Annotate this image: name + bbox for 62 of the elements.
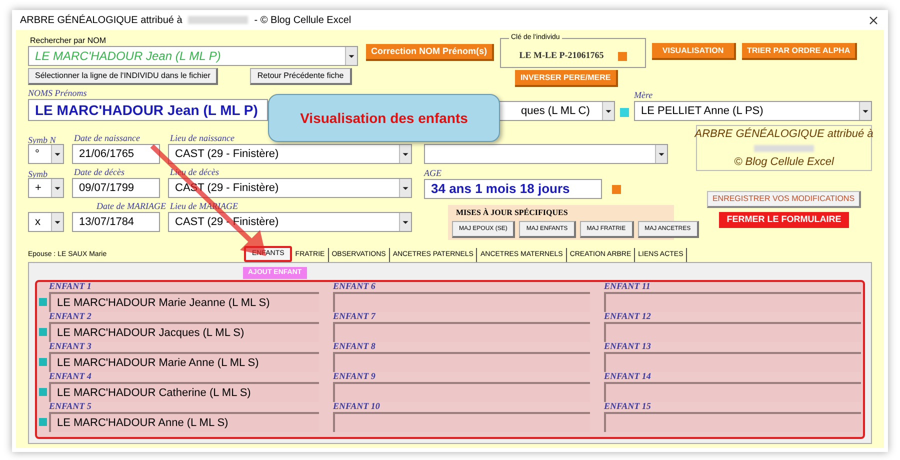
field-label: ENFANT 14	[604, 371, 652, 382]
child-field[interactable]: LE MARC'HADOUR Marie Jeanne (L ML S)	[49, 292, 319, 312]
date-field[interactable]: 09/07/1799	[72, 178, 160, 198]
field-label: Symb	[28, 169, 48, 179]
window-title: - © Blog Cellule Excel	[254, 14, 352, 28]
child-field[interactable]: LE MARC'HADOUR Jacques (L ML S)	[49, 322, 319, 342]
name-field[interactable]: LE MARC'HADOUR Jean (L ML P)	[28, 99, 268, 121]
field-label: ENFANT 12	[604, 311, 652, 322]
place-combobox[interactable]: CAST (29 - Finistère)	[168, 144, 412, 164]
child-field[interactable]	[604, 352, 861, 372]
child-field[interactable]: LE MARC'HADOUR Marie Anne (L ML S)	[49, 352, 319, 372]
place-combobox[interactable]: CAST (29 - Finistère)	[168, 212, 412, 232]
signature-text: ARBRE GÉNÉALOGIQUE attribué à	[694, 126, 874, 142]
redacted-block	[188, 16, 248, 24]
field-label: ENFANT 4	[49, 371, 92, 382]
field-label: Date de MARIAGE	[96, 201, 166, 212]
window-title: ARBRE GÉNÉALOGIQUE attribué à	[20, 13, 182, 28]
field-label: Date de naissance	[74, 133, 140, 144]
panel-title: MISES À JOUR SPÉCIFIQUES	[456, 207, 569, 219]
callout-text: Visualisation des enfants	[300, 108, 468, 128]
field-label: ENFANT 13	[604, 341, 652, 352]
field-label: ENFANT 10	[333, 401, 381, 412]
field-label: ENFANT 8	[333, 341, 376, 352]
field-label: ENFANT 1	[49, 281, 92, 292]
square-icon[interactable]	[612, 184, 621, 194]
field-label: Mère	[634, 90, 654, 101]
field-label: ENFANT 11	[604, 281, 652, 292]
field-label: Symb N	[28, 135, 56, 145]
field-label: ENFANT 2	[49, 311, 92, 322]
field-label: ENFANT 5	[49, 401, 92, 412]
form-button[interactable]: Sélectionner la ligne de l'INDIVIDU dans le fichier	[28, 68, 218, 85]
age-field[interactable]: 34 ans 1 mois 18 jours	[424, 179, 602, 199]
field-label: Date de décès	[74, 167, 124, 178]
form-button[interactable]: Retour Précédente fiche	[250, 68, 352, 85]
close-form-button[interactable]: FERMER LE FORMULAIRE	[718, 212, 850, 228]
symbol-combobox[interactable]: +	[28, 178, 64, 198]
field-label: Rechercher par NOM	[30, 36, 108, 46]
symbol-combobox[interactable]: x	[28, 212, 64, 232]
date-field[interactable]: 13/07/1784	[72, 212, 160, 232]
redacted-block	[754, 144, 814, 152]
field-label: ENFANT 9	[333, 371, 376, 382]
child-field[interactable]	[604, 292, 861, 312]
square-icon[interactable]	[618, 52, 627, 60]
field-label: NOMS Prénoms	[28, 88, 88, 99]
key-value: LE M-LE P-21061765	[519, 49, 604, 62]
field-label: ENFANT 6	[333, 281, 376, 292]
save-button[interactable]: ENREGISTRER VOS MODIFICATIONS	[707, 191, 861, 208]
mother-combobox[interactable]: LE PELLIET Anne (L PS)	[634, 101, 872, 121]
child-field[interactable]	[604, 322, 861, 342]
child-field[interactable]	[604, 382, 861, 402]
child-field[interactable]: LE MARC'HADOUR Catherine (L ML S)	[49, 382, 319, 402]
field-label: Lieu de naissance	[170, 133, 234, 144]
field-label: ENFANT 7	[333, 311, 377, 322]
field-label: ENFANT 15	[604, 401, 652, 412]
close-icon[interactable]	[869, 16, 878, 24]
child-field[interactable]	[604, 412, 861, 432]
symbol-combobox[interactable]: °	[28, 144, 64, 164]
date-field[interactable]: 21/06/1765	[72, 144, 160, 164]
signature-text: © Blog Cellule Excel	[734, 154, 834, 170]
child-field[interactable]: LE MARC'HADOUR Anne (L ML S)	[49, 412, 319, 432]
field-label: ENFANT 3	[49, 341, 92, 352]
field-label: AGE	[424, 168, 442, 179]
